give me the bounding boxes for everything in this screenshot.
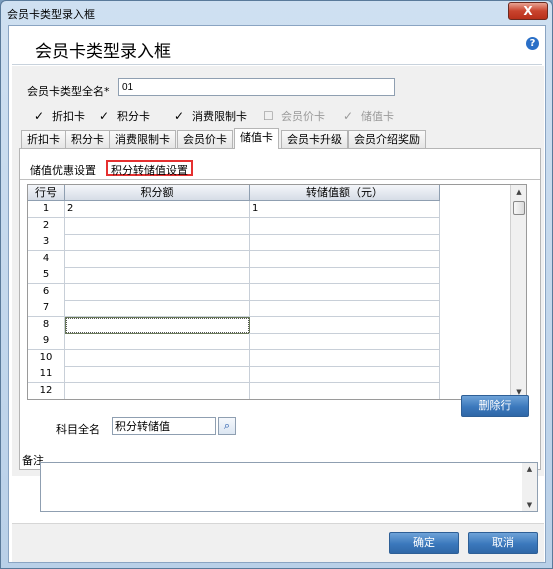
stored-value-cell[interactable] [250, 250, 440, 268]
account-name-label: 科目全名 [56, 423, 100, 436]
close-button[interactable]: X [508, 2, 548, 20]
points-cell[interactable] [65, 217, 250, 235]
stored-value-cell[interactable] [250, 267, 440, 284]
stored-value-cell[interactable] [250, 349, 440, 367]
points-cell[interactable] [65, 316, 250, 334]
stored-value-cell[interactable] [250, 366, 440, 383]
points-cell[interactable] [65, 333, 250, 350]
grid-header: 行号 积分额 转储值额（元） [28, 185, 440, 201]
row-number-cell: 1 [28, 201, 65, 218]
dialog-footer: 确定 取消 [12, 523, 544, 562]
option-spend-limit-card[interactable]: ✓ 消费限制卡 [174, 108, 247, 124]
scroll-thumb[interactable] [513, 201, 525, 215]
option-discount-card[interactable]: ✓ 折扣卡 [34, 108, 85, 124]
row-number-cell: 9 [28, 333, 65, 350]
delete-row-button[interactable]: 删除行 [461, 395, 529, 417]
page-title: 会员卡类型录入框 [35, 42, 171, 62]
checkbox-unchecked-icon: ☐ [263, 109, 274, 123]
header-divider [12, 64, 542, 65]
tab-spend-limit-card[interactable]: 消费限制卡 [109, 130, 176, 148]
row-number-cell: 3 [28, 234, 65, 251]
points-cell[interactable] [65, 382, 250, 399]
points-cell[interactable]: 2 [65, 201, 250, 218]
ok-button[interactable]: 确定 [389, 532, 459, 554]
tab-member-price-card[interactable]: 会员价卡 [177, 130, 233, 148]
subtab-points-to-stored-value[interactable]: 积分转储值设置 [106, 160, 193, 177]
scroll-up-icon[interactable]: ▲ [522, 463, 537, 475]
title-bar[interactable]: 会员卡类型录入框 X [1, 1, 552, 25]
points-cell[interactable] [65, 250, 250, 268]
row-number-cell: 12 [28, 382, 65, 399]
conversion-grid: 行号 积分额 转储值额（元） 1 2 1 2 3 4 5 6 7 8 9 10 11 12 ▲ ▼ [27, 184, 527, 400]
row-number-cell: 7 [28, 300, 65, 317]
tab-points-card[interactable]: 积分卡 [65, 130, 110, 148]
row-number-cell: 6 [28, 283, 65, 301]
points-cell[interactable] [65, 366, 250, 383]
checkbox-checked-icon[interactable]: ✓ [99, 109, 111, 123]
row-number-cell: 4 [28, 250, 65, 268]
row-number-cell: 10 [28, 349, 65, 367]
scroll-up-icon[interactable]: ▲ [511, 185, 526, 199]
option-stored-value-card: ✓ 储值卡 [343, 108, 394, 124]
option-points-card[interactable]: ✓ 积分卡 [99, 108, 150, 124]
checkbox-checked-icon[interactable]: ✓ [34, 109, 46, 123]
stored-value-cell[interactable] [250, 300, 440, 317]
window-title: 会员卡类型录入框 [7, 8, 95, 21]
option-member-price-card: ☐ 会员价卡 [263, 108, 325, 124]
notes-scrollbar[interactable]: ▲ ▼ [522, 463, 537, 511]
stored-value-cell[interactable] [250, 283, 440, 301]
form-panel: 会员卡类型全名* ✓ 折扣卡 ✓ 积分卡 ✓ 消费限制卡 ☐ 会员价卡 ✓ 储值卡 [12, 66, 544, 476]
stored-value-tab-page: 储值优惠设置 积分转储值设置 行号 积分额 转储值额（元） 1212345678… [19, 148, 541, 470]
stored-value-cell[interactable] [250, 217, 440, 235]
card-type-name-input[interactable] [118, 78, 395, 96]
row-number-cell: 11 [28, 366, 65, 383]
subtab-divider [20, 179, 540, 180]
grid-scrollbar[interactable]: ▲ ▼ [510, 185, 526, 399]
stored-value-cell[interactable]: 1 [250, 201, 440, 218]
column-header-points: 积分额 [65, 185, 250, 201]
tab-card-upgrade[interactable]: 会员卡升级 [281, 130, 348, 148]
option-label: 储值卡 [361, 110, 394, 123]
help-icon[interactable]: ? [526, 37, 539, 50]
card-type-name-label: 会员卡类型全名* [27, 85, 110, 98]
points-cell[interactable] [65, 267, 250, 284]
option-label: 折扣卡 [52, 110, 85, 123]
stored-value-cell[interactable] [250, 333, 440, 350]
scroll-down-icon[interactable]: ▼ [522, 499, 537, 511]
stored-value-cell[interactable] [250, 382, 440, 399]
account-name-input[interactable] [112, 417, 216, 435]
dialog-window: 会员卡类型录入框 X 会员卡类型录入框 ? 会员卡类型全名* ✓ 折扣卡 ✓ 积分卡… [0, 0, 553, 569]
points-cell[interactable] [65, 349, 250, 367]
row-number-cell: 2 [28, 217, 65, 235]
points-cell[interactable] [65, 283, 250, 301]
subtab-stored-value-discount[interactable]: 储值优惠设置 [30, 162, 96, 178]
column-header-stored-value: 转储值额（元） [250, 185, 440, 201]
dialog-body: 会员卡类型录入框 ? 会员卡类型全名* ✓折扣卡 ✓积分卡 ✓消费限制卡 ☐会员… [8, 25, 546, 563]
checkbox-checked-icon[interactable]: ✓ [174, 109, 186, 123]
points-cell[interactable] [65, 234, 250, 251]
notes-textarea[interactable]: ▲ ▼ [40, 462, 538, 512]
row-number-cell: 8 [28, 316, 65, 334]
option-label: 消费限制卡 [192, 110, 247, 123]
points-cell[interactable] [65, 300, 250, 317]
option-label: 积分卡 [117, 110, 150, 123]
stored-value-cell[interactable] [250, 234, 440, 251]
stored-value-cell[interactable] [250, 316, 440, 334]
option-label: 会员价卡 [281, 110, 325, 123]
cancel-button[interactable]: 取消 [468, 532, 538, 554]
column-header-row-number: 行号 [28, 185, 65, 201]
checkbox-checked-icon: ✓ [343, 109, 354, 123]
tab-referral-reward[interactable]: 会员介绍奖励 [348, 130, 426, 148]
tab-stored-value-card[interactable]: 储值卡 [234, 128, 279, 149]
tab-discount-card[interactable]: 折扣卡 [21, 130, 66, 148]
row-number-cell: 5 [28, 267, 65, 284]
search-icon[interactable]: ⌕ [218, 417, 236, 435]
